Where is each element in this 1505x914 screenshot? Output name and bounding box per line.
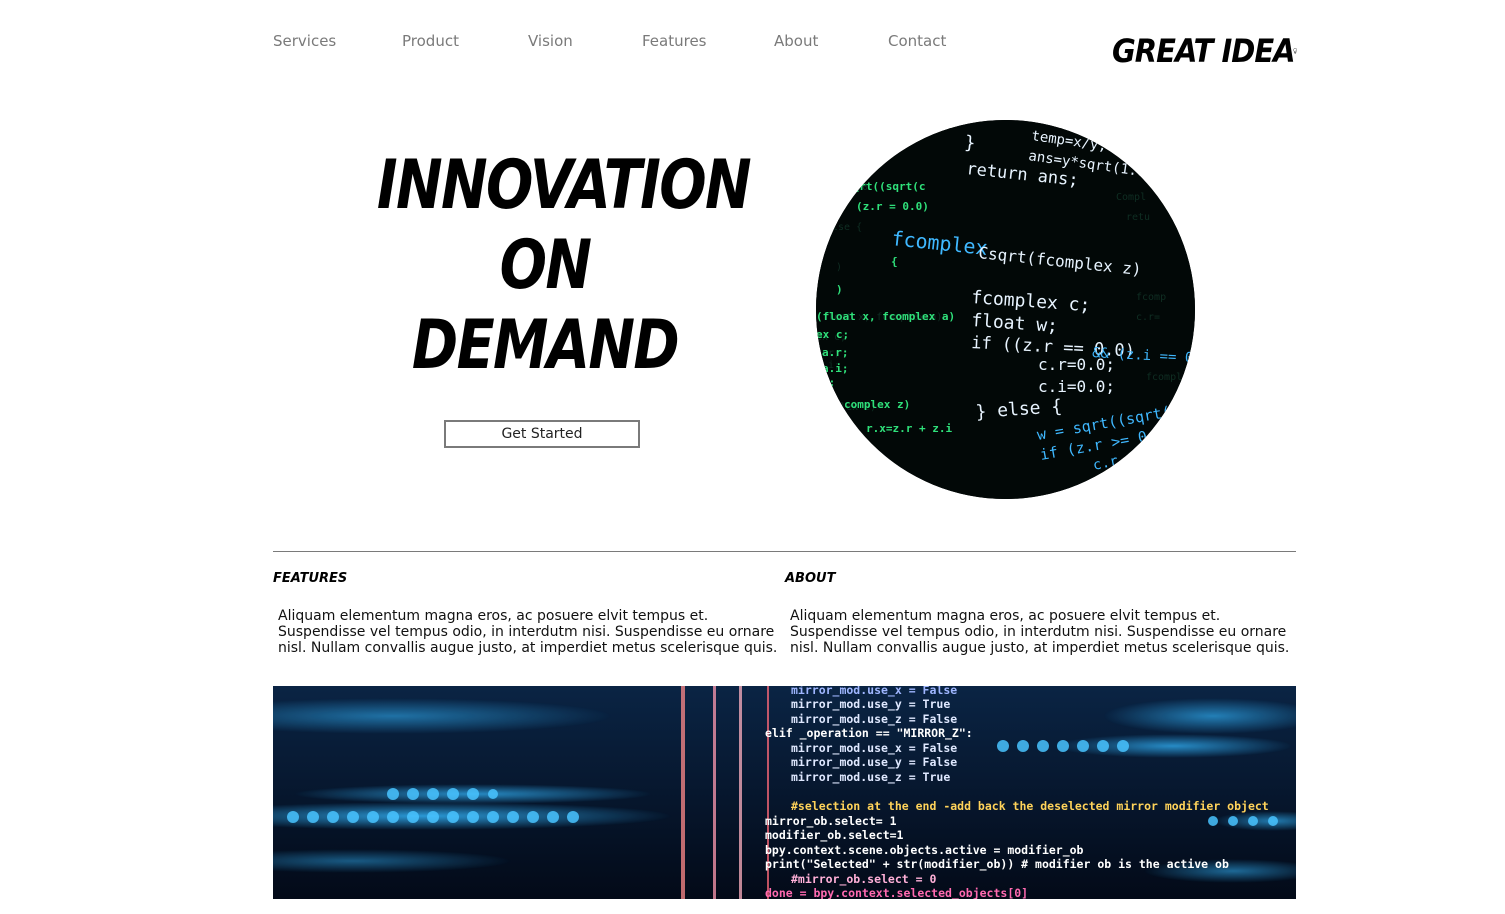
svg-text:a.r;: a.r; <box>822 346 849 359</box>
svg-text:}: } <box>856 160 863 173</box>
features-heading: FEATURES <box>273 571 348 586</box>
svg-text:(z.r = 0.0): (z.r = 0.0) <box>856 200 929 213</box>
svg-text:#selection at the end -add bac: #selection at the end -add back the dese… <box>791 799 1269 813</box>
svg-text:(float x, fcomplex a): (float x, fcomplex a) <box>816 310 955 323</box>
svg-text:fcomp: fcomp <box>1136 292 1166 303</box>
svg-text:retu: retu <box>1126 212 1150 223</box>
svg-text:c;: c; <box>822 376 835 389</box>
svg-text:mirror_mod.use_z = False: mirror_mod.use_z = False <box>791 712 957 727</box>
svg-text:bpy.context.scene.objects.acti: bpy.context.scene.objects.active = modif… <box>765 843 1084 858</box>
svg-text:fcomplex: fcomplex <box>1146 372 1194 383</box>
svg-text:c.r=: c.r= <box>1136 312 1160 323</box>
svg-text:c;: c; <box>816 374 828 385</box>
svg-text:ex c;: ex c; <box>816 328 849 341</box>
hero-title-line-1: INNOVATION <box>376 146 752 225</box>
page: Services Product Vision Features About C… <box>0 0 1505 914</box>
svg-text:r.x=z.r + z.i: r.x=z.r + z.i <box>866 422 952 435</box>
svg-text:print("Selected" + str(modifie: print("Selected" + str(modifier_ob)) # m… <box>765 857 1229 872</box>
about-heading: ABOUT <box>785 571 836 586</box>
banner-code-svg: mirror_mod.use_x = False mirror_mod.use_… <box>273 686 1296 899</box>
svg-text:modifier_ob.select=1: modifier_ob.select=1 <box>765 828 904 843</box>
nav-item-features[interactable]: Features <box>642 32 722 50</box>
svg-text:mirror_mod.use_y = False: mirror_mod.use_y = False <box>791 755 957 770</box>
svg-text:fcompl: fcompl <box>1126 452 1162 463</box>
hero-code-svg: z.r=0.0 else { ) (float x, fcomplex a) e… <box>816 120 1195 499</box>
svg-text:a.i;: a.i; <box>822 362 849 375</box>
svg-text:complex z): complex z) <box>844 398 910 411</box>
get-started-button[interactable]: Get Started <box>444 420 640 448</box>
svg-text:c.i=0.0;: c.i=0.0; <box>1038 377 1115 396</box>
nav-item-vision[interactable]: Vision <box>528 32 588 50</box>
section-divider <box>273 551 1296 552</box>
nav-item-product[interactable]: Product <box>402 32 482 50</box>
svg-text:mirror_ob.select= 1: mirror_ob.select= 1 <box>765 814 897 829</box>
hero-title-line-2: ON <box>499 226 592 305</box>
logo-text: GREAT IDEA <box>1112 32 1296 70</box>
nav-item-contact[interactable]: Contact <box>888 32 958 50</box>
features-text: Aliquam elementum magna eros, ac posuere… <box>278 608 778 656</box>
svg-text:c.r=0.0;: c.r=0.0; <box>1038 355 1115 374</box>
banner-code-image: mirror_mod.use_x = False mirror_mod.use_… <box>273 686 1296 899</box>
svg-text:{: { <box>891 255 898 268</box>
svg-text:#mirror_ob.select = 0: #mirror_ob.select = 0 <box>791 872 936 887</box>
svg-text:sqrt((sqrt(c: sqrt((sqrt(c <box>846 180 925 193</box>
svg-text:): ) <box>836 262 842 273</box>
svg-text:mirror_mod.use_x = False: mirror_mod.use_x = False <box>791 741 957 756</box>
svg-text:mirror_mod.use_y = True: mirror_mod.use_y = True <box>791 697 950 712</box>
svg-text:done = bpy.context.selected_ob: done = bpy.context.selected_objects[0] <box>765 886 1028 899</box>
svg-text:mirror_mod.use_z = True: mirror_mod.use_z = True <box>791 770 950 785</box>
svg-text:): ) <box>836 283 843 296</box>
svg-text:}: } <box>963 132 976 154</box>
svg-text:elif _operation == "MIRROR_Z":: elif _operation == "MIRROR_Z": <box>765 726 973 741</box>
svg-text:else {: else { <box>826 222 862 233</box>
hero-title-line-3: DEMAND <box>411 306 680 385</box>
nav-item-services[interactable]: Services <box>273 32 353 50</box>
hero-title: INNOVATION ON DEMAND <box>376 146 752 386</box>
nav-item-about[interactable]: About <box>774 32 834 50</box>
hero-code-image: z.r=0.0 else { ) (float x, fcomplex a) e… <box>816 120 1195 499</box>
about-text: Aliquam elementum magna eros, ac posuere… <box>790 608 1290 656</box>
svg-text:Compl: Compl <box>1116 192 1146 203</box>
logo[interactable]: GREAT IDEA <box>1112 30 1297 72</box>
